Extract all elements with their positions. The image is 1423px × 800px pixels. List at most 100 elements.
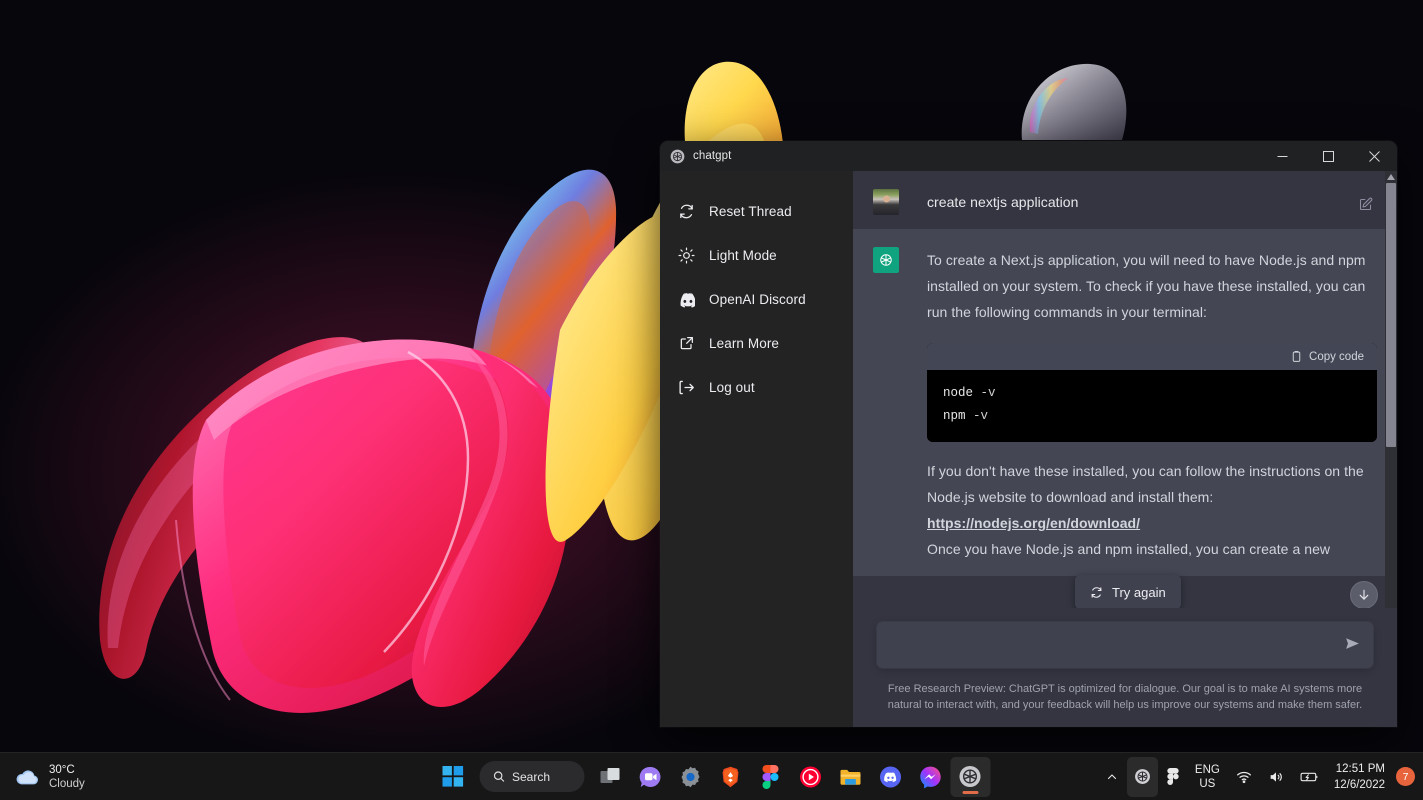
send-button[interactable]: [1344, 635, 1361, 657]
show-hidden-icons-button[interactable]: [1099, 757, 1125, 797]
avatar: [873, 189, 899, 215]
code-line: node -v: [943, 382, 1361, 405]
sidebar-item-log-out[interactable]: Log out: [660, 365, 853, 409]
sidebar-item-reset-thread[interactable]: Reset Thread: [660, 189, 853, 233]
task-view-icon: [600, 767, 619, 783]
weather-text: 30°C Cloudy: [49, 763, 85, 791]
assistant-message-content: To create a Next.js application, you wil…: [927, 247, 1377, 562]
assistant-paragraph-2: If you don't have these installed, you c…: [927, 463, 1368, 505]
sidebar-item-openai-discord[interactable]: OpenAI Discord: [660, 277, 853, 321]
wifi-icon: [1236, 771, 1251, 783]
brave-icon: [722, 766, 738, 787]
window-titlebar[interactable]: chatgpt: [660, 141, 1397, 171]
close-button[interactable]: [1351, 141, 1397, 171]
minimize-button[interactable]: [1259, 141, 1305, 171]
discord-icon: [678, 291, 695, 308]
openai-tray-button[interactable]: [1126, 756, 1158, 797]
logout-icon: [678, 379, 695, 396]
clock[interactable]: 12:51 PM 12/6/2022: [1328, 761, 1394, 793]
openai-logo-icon: [670, 149, 685, 163]
youtube-music-button[interactable]: [790, 757, 830, 797]
sidebar-item-learn-more[interactable]: Learn More: [660, 321, 853, 365]
user-message-content: create nextjs application: [927, 189, 1377, 215]
window-title: chatgpt: [693, 150, 732, 162]
search-button[interactable]: Search: [479, 761, 584, 792]
edit-icon: [1359, 197, 1373, 211]
edit-message-button[interactable]: [1358, 197, 1373, 217]
user-message: create nextjs application: [853, 171, 1397, 229]
taskbar-center: Search: [433, 756, 990, 797]
messenger-icon: [919, 766, 941, 788]
arrow-down-icon: [1359, 589, 1369, 600]
figma-button[interactable]: [750, 757, 790, 797]
openai-tray-icon: [1134, 769, 1150, 784]
titlebar-left: chatgpt: [660, 149, 1259, 164]
settings-icon: [681, 766, 699, 787]
zoom-button[interactable]: [630, 757, 670, 797]
figma-tray-button[interactable]: [1160, 757, 1186, 797]
notification-badge[interactable]: 7: [1396, 767, 1415, 786]
sun-icon: [678, 246, 695, 264]
chatgpt-button[interactable]: [950, 756, 990, 797]
maximize-icon: [1322, 150, 1334, 162]
taskbar: 30°C Cloudy Search ENG US 12:51 PM 12/6/…: [0, 752, 1423, 800]
settings-button[interactable]: [670, 757, 710, 797]
youtube-music-icon: [799, 766, 821, 787]
weather-widget[interactable]: 30°C Cloudy: [0, 763, 300, 791]
task-view-button[interactable]: [590, 757, 630, 797]
chat-scrollbar[interactable]: [1385, 171, 1397, 608]
code-arg: -v: [973, 409, 989, 423]
code-line: npm -v: [943, 405, 1361, 428]
external-link-icon: [678, 335, 695, 352]
start-button[interactable]: [433, 757, 473, 797]
chevron-up-icon: [1107, 773, 1116, 779]
discord-icon: [879, 766, 901, 787]
maximize-button[interactable]: [1305, 141, 1351, 171]
clock-date: 12/6/2022: [1333, 778, 1385, 791]
cloud-icon: [16, 769, 39, 784]
sidebar-item-label: Light Mode: [709, 247, 777, 263]
volume-button[interactable]: [1261, 757, 1291, 797]
scrollbar-thumb[interactable]: [1386, 183, 1396, 447]
sidebar-item-light-mode[interactable]: Light Mode: [660, 233, 853, 277]
avatar: [873, 247, 899, 273]
scroll-to-bottom-button[interactable]: [1350, 581, 1378, 608]
figma-tray-icon: [1167, 768, 1179, 785]
battery-button[interactable]: [1293, 757, 1326, 797]
try-again-label: Try again: [1112, 584, 1166, 600]
messenger-button[interactable]: [910, 757, 950, 797]
refresh-icon: [1091, 586, 1102, 598]
message-input-wrapper[interactable]: [877, 622, 1373, 668]
reset-icon: [678, 203, 695, 220]
windows-start-icon: [442, 766, 464, 787]
nodejs-download-link[interactable]: https://nodejs.org/en/download/: [927, 515, 1140, 531]
language-primary: ENG: [1194, 763, 1220, 776]
battery-charging-icon: [1300, 772, 1318, 781]
weather-temperature: 30°C: [49, 763, 75, 776]
scrollbar-up-button[interactable]: [1385, 171, 1397, 183]
chatgpt-window: chatgpt Reset Thread Light Mode OpenAI D…: [660, 141, 1397, 727]
assistant-message: To create a Next.js application, you wil…: [853, 229, 1397, 576]
desktop: chatgpt Reset Thread Light Mode OpenAI D…: [0, 0, 1423, 752]
user-avatar: [873, 189, 899, 215]
language-button[interactable]: ENG US: [1188, 757, 1227, 797]
weather-condition: Cloudy: [49, 777, 85, 790]
try-again-button[interactable]: Try again: [1075, 575, 1181, 608]
code-command: node: [943, 386, 974, 400]
language-indicator: ENG US: [1195, 763, 1220, 791]
network-button[interactable]: [1229, 757, 1259, 797]
search-icon: [493, 771, 504, 782]
file-explorer-button[interactable]: [830, 757, 870, 797]
copy-code-button[interactable]: Copy code: [927, 343, 1377, 370]
chat-scroll-area[interactable]: create nextjs application To create a Ne…: [853, 171, 1397, 608]
caret-up-icon: [1387, 174, 1395, 180]
chat-panel: create nextjs application To create a Ne…: [853, 171, 1397, 727]
copy-code-label: Copy code: [1309, 350, 1364, 363]
discord-button[interactable]: [870, 757, 910, 797]
close-icon: [1368, 150, 1380, 162]
window-body: Reset Thread Light Mode OpenAI Discord L…: [660, 171, 1397, 727]
composer: [853, 608, 1397, 668]
brave-button[interactable]: [710, 757, 750, 797]
message-input[interactable]: [877, 622, 1373, 668]
system-tray: ENG US 12:51 PM 12/6/2022 7: [1099, 753, 1423, 800]
